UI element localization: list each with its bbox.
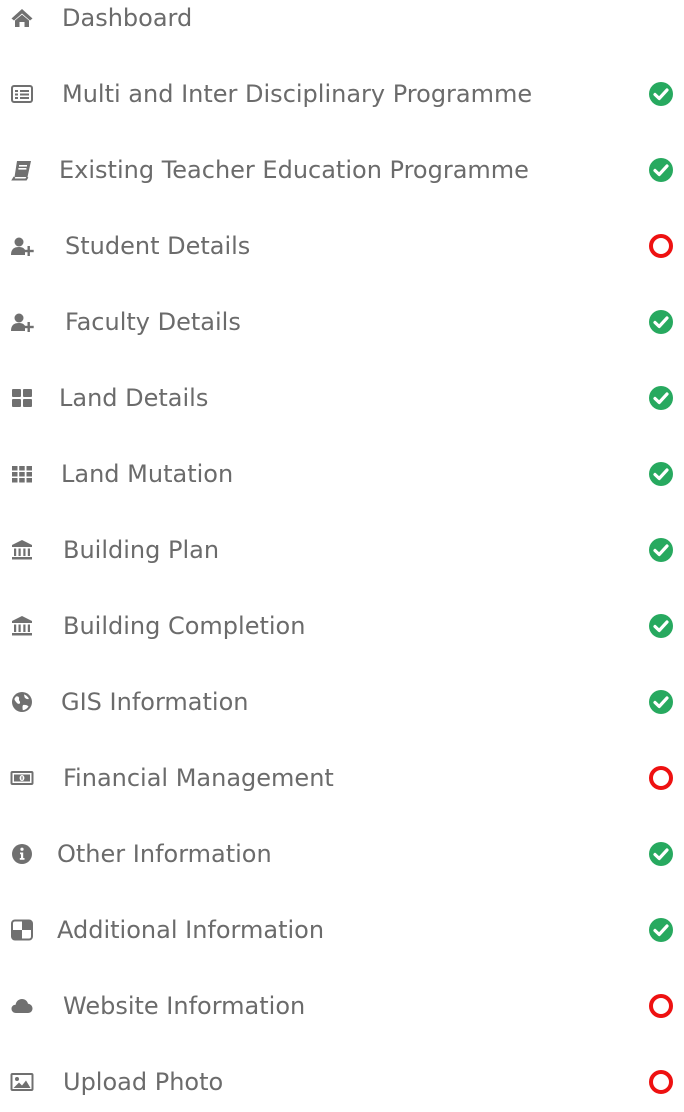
info-icon	[10, 842, 34, 866]
menu-label: Multi and Inter Disciplinary Programme	[62, 80, 533, 108]
menu-item-financial-management[interactable]: Financial Management	[0, 748, 684, 808]
menu-item-student-details[interactable]: Student Details	[0, 216, 684, 276]
menu-label: Land Mutation	[61, 460, 234, 488]
status-incomplete-icon	[648, 233, 674, 259]
menu-label: GIS Information	[61, 688, 249, 716]
status-incomplete-icon	[648, 993, 674, 1019]
status-incomplete-icon	[648, 1069, 674, 1095]
menu-label: Student Details	[65, 232, 251, 260]
bank-icon	[10, 614, 34, 638]
menu-label: Existing Teacher Education Programme	[59, 156, 529, 184]
menu-label: Land Details	[59, 384, 209, 412]
status-complete-icon	[648, 841, 674, 867]
menu-item-building-completion[interactable]: Building Completion	[0, 596, 684, 656]
cloud-icon	[10, 994, 34, 1018]
menu-item-existing-teacher-education[interactable]: Existing Teacher Education Programme	[0, 140, 684, 200]
user-plus-icon	[10, 310, 34, 334]
status-complete-icon	[648, 537, 674, 563]
status-incomplete-icon	[648, 765, 674, 791]
menu-item-dashboard[interactable]: Dashboard	[0, 0, 684, 48]
status-complete-icon	[648, 385, 674, 411]
status-complete-icon	[648, 917, 674, 943]
menu-label: Other Information	[57, 840, 272, 868]
user-plus-icon	[10, 234, 34, 258]
menu-item-multi-inter-disciplinary[interactable]: Multi and Inter Disciplinary Programme	[0, 64, 684, 124]
sidebar-menu: Dashboard Multi and Inter Disciplinary P…	[0, 0, 684, 1094]
menu-item-land-details[interactable]: Land Details	[0, 368, 684, 428]
menu-label: Faculty Details	[65, 308, 241, 336]
apps-icon	[10, 462, 34, 486]
menu-label: Website Information	[63, 992, 306, 1020]
status-complete-icon	[648, 309, 674, 335]
menu-item-upload-photo[interactable]: Upload Photo	[0, 1052, 684, 1112]
money-icon	[10, 766, 34, 790]
menu-item-land-mutation[interactable]: Land Mutation	[0, 444, 684, 504]
menu-item-website-information[interactable]: Website Information	[0, 976, 684, 1036]
status-complete-icon	[648, 613, 674, 639]
book-icon	[10, 158, 34, 182]
status-complete-icon	[648, 81, 674, 107]
menu-item-other-information[interactable]: Other Information	[0, 824, 684, 884]
status-complete-icon	[648, 461, 674, 487]
menu-label: Upload Photo	[63, 1068, 224, 1096]
menu-label: Dashboard	[62, 4, 193, 32]
status-complete-icon	[648, 689, 674, 715]
globe-icon	[10, 690, 34, 714]
menu-label: Additional Information	[57, 916, 325, 944]
tiles-icon	[10, 918, 34, 942]
menu-label: Building Plan	[63, 536, 220, 564]
list-icon	[10, 82, 34, 106]
menu-item-gis-information[interactable]: GIS Information	[0, 672, 684, 732]
menu-item-faculty-details[interactable]: Faculty Details	[0, 292, 684, 352]
menu-label: Financial Management	[63, 764, 334, 792]
menu-item-additional-information[interactable]: Additional Information	[0, 900, 684, 960]
bank-icon	[10, 538, 34, 562]
menu-item-building-plan[interactable]: Building Plan	[0, 520, 684, 580]
home-icon	[10, 6, 34, 30]
status-complete-icon	[648, 157, 674, 183]
grid-icon	[10, 386, 34, 410]
menu-label: Building Completion	[63, 612, 306, 640]
image-icon	[10, 1070, 34, 1094]
